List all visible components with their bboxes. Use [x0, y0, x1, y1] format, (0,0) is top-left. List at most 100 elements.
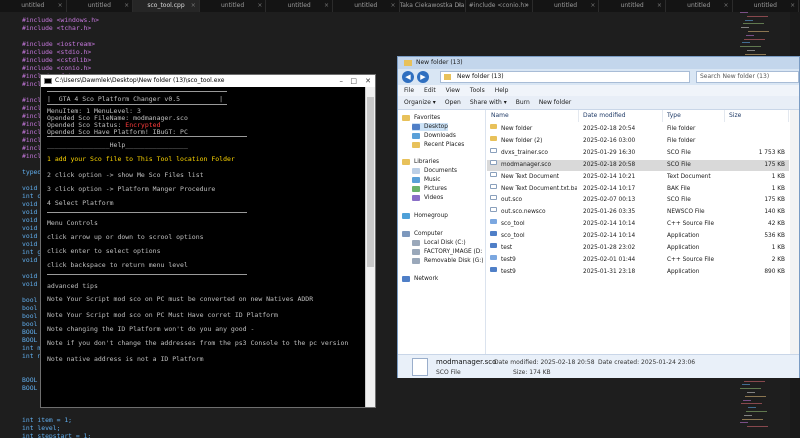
- console-output: | GTA 4 Sco Platform Changer v0.5 | Menu…: [45, 89, 363, 405]
- burn-button[interactable]: Burn: [516, 96, 530, 109]
- editor-tab[interactable]: untitled ×: [0, 0, 67, 12]
- tab-close-icon[interactable]: ×: [324, 0, 329, 12]
- nav-item[interactable]: Favorites: [402, 114, 440, 122]
- tab-close-icon[interactable]: ×: [391, 0, 396, 12]
- new-folder-button[interactable]: New folder: [539, 96, 571, 109]
- editor-tab[interactable]: untitled ×: [266, 0, 333, 12]
- editor-tab[interactable]: untitled ×: [533, 0, 600, 12]
- nav-item[interactable]: Music: [412, 176, 441, 184]
- file-row[interactable]: New Text Document.txt.bak 2025-02-14 10:1…: [487, 183, 789, 195]
- file-row[interactable]: test9 2025-01-31 23:18 Application 890 KB: [487, 266, 789, 278]
- tab-close-icon[interactable]: ×: [191, 0, 196, 12]
- tab-close-icon[interactable]: ×: [657, 0, 662, 12]
- nav-item[interactable]: Documents: [412, 167, 457, 175]
- menu-help[interactable]: Help: [495, 85, 509, 96]
- menu-edit[interactable]: Edit: [424, 85, 436, 96]
- file-row[interactable]: dvxs_trainer.sco 2025-01-29 16:30 SCO File…: [487, 147, 789, 159]
- nav-item[interactable]: Recent Places: [412, 141, 464, 149]
- file-row[interactable]: sco_tool 2025-02-14 10:14 C++ Source File 4…: [487, 219, 789, 230]
- explorer-window[interactable]: New folder (13) ◀ ▶ New folder (13) Sear…: [397, 56, 800, 378]
- column-size[interactable]: Size: [725, 110, 789, 122]
- nav-item[interactable]: Pictures: [412, 185, 447, 193]
- file-row[interactable]: modmanager.sco 2025-02-18 20:58 SCO File 17…: [487, 159, 789, 171]
- forward-arrow-icon[interactable]: ▶: [417, 71, 429, 83]
- nav-item[interactable]: Computer: [402, 230, 443, 238]
- help-line: 4 Select Platform: [47, 199, 114, 207]
- editor-tab[interactable]: untitled ×: [200, 0, 267, 12]
- nav-item-label: Desktop: [424, 124, 448, 130]
- file-type: Application: [667, 245, 700, 251]
- organize-button[interactable]: Organize ▾: [404, 96, 436, 109]
- console-window[interactable]: C:\Users\Dawmlek\Desktop\New folder (13)…: [40, 74, 376, 408]
- cpp-icon: [490, 254, 497, 260]
- minimap-line: [747, 50, 755, 51]
- file-row[interactable]: test9 2025-02-01 01:44 C++ Source File 2 KB: [487, 254, 789, 266]
- nav-item-icon: [412, 168, 420, 174]
- minimap-line: [740, 12, 748, 13]
- tab-close-icon[interactable]: ×: [590, 0, 595, 12]
- tab-close-icon[interactable]: ×: [524, 0, 529, 12]
- close-icon[interactable]: ✕: [365, 75, 371, 87]
- open-button[interactable]: Open: [445, 96, 461, 109]
- explorer-title-bar[interactable]: New folder (13): [398, 57, 799, 69]
- column-date[interactable]: Date modified: [579, 110, 663, 122]
- file-row[interactable]: sco_tool 2025-02-14 10:14 Application 536 K…: [487, 231, 789, 242]
- code-line: #include <conio.h>: [22, 64, 92, 72]
- column-type[interactable]: Type: [663, 110, 725, 122]
- file-row[interactable]: New Text Document 2025-02-14 10:21 Text Do…: [487, 171, 789, 183]
- nav-item[interactable]: Removable Disk (G:): [412, 257, 483, 265]
- menu-file[interactable]: File: [404, 85, 414, 96]
- file-date: 2025-02-14 10:14: [583, 233, 636, 240]
- console-title-bar[interactable]: C:\Users\Dawmlek\Desktop\New folder (13)…: [41, 75, 375, 87]
- menu-view[interactable]: View: [446, 85, 460, 96]
- editor-tab[interactable]: untitled ×: [333, 0, 400, 12]
- editor-tab[interactable]: #include <conio.h> ×: [466, 0, 533, 12]
- back-arrow-icon[interactable]: ◀: [402, 71, 414, 83]
- editor-tab[interactable]: untitled ×: [599, 0, 666, 12]
- nav-item[interactable]: FACTORY_IMAGE (D:: [412, 248, 482, 256]
- column-name[interactable]: Name: [487, 110, 579, 122]
- tab-close-icon[interactable]: ×: [124, 0, 129, 12]
- minimap-line: [748, 31, 769, 32]
- details-pane: modmanager.sco SCO File Date modified: 2…: [398, 354, 799, 378]
- menu-tools[interactable]: Tools: [470, 85, 485, 96]
- editor-tab[interactable]: untitled ×: [733, 0, 800, 12]
- tab-close-icon[interactable]: ×: [457, 0, 462, 12]
- nav-item[interactable]: Videos: [412, 194, 443, 202]
- console-scrollbar[interactable]: [365, 87, 375, 407]
- nav-item[interactable]: Network: [402, 275, 438, 283]
- file-list-scrollbar[interactable]: [790, 110, 799, 354]
- maximize-icon[interactable]: □: [350, 75, 357, 87]
- editor-tab[interactable]: untitled ×: [666, 0, 733, 12]
- editor-tab[interactable]: Taka Ciekawostka Dla Moich Fanów×: [400, 0, 467, 12]
- code-line: #include <cstdlib>: [22, 56, 92, 64]
- tab-close-icon[interactable]: ×: [724, 0, 729, 12]
- editor-tab[interactable]: sco_tool.cpp ×: [133, 0, 200, 12]
- file-size: 1 753 KB: [758, 149, 785, 156]
- nav-item-icon: [402, 115, 410, 121]
- tab-close-icon[interactable]: ×: [58, 0, 63, 12]
- tab-close-icon[interactable]: ×: [257, 0, 262, 12]
- nav-item[interactable]: Desktop: [412, 123, 448, 131]
- search-input[interactable]: Search New folder (13): [696, 71, 799, 83]
- share-with-button[interactable]: Share with ▾: [470, 96, 507, 109]
- nav-item[interactable]: Libraries: [402, 158, 439, 166]
- doc-icon: [490, 159, 497, 165]
- address-bar[interactable]: New folder (13): [440, 71, 690, 83]
- minimap-line: [745, 53, 766, 55]
- nav-item[interactable]: Homegroup: [402, 212, 448, 220]
- nav-item-label: Removable Disk (G:): [424, 258, 484, 264]
- file-row[interactable]: test 2025-01-28 23:02 Application 1 KB: [487, 243, 789, 254]
- file-row[interactable]: New folder (2) 2025-02-16 03:00 File folde…: [487, 135, 789, 147]
- editor-tab[interactable]: untitled ×: [67, 0, 134, 12]
- nav-item-icon: [412, 186, 420, 192]
- tab-close-icon[interactable]: ×: [790, 0, 795, 12]
- file-row[interactable]: out.sco.newsco 2025-01-26 03:35 NEWSCO Fil…: [487, 207, 789, 218]
- scroll-thumb[interactable]: [367, 97, 374, 267]
- divider: [47, 104, 227, 105]
- file-row[interactable]: New folder 2025-02-18 20:54 File folder: [487, 124, 789, 135]
- nav-item[interactable]: Local Disk (C:): [412, 239, 466, 247]
- minimize-icon[interactable]: –: [340, 75, 344, 87]
- nav-item[interactable]: Downloads: [412, 132, 456, 140]
- file-row[interactable]: out.sco 2025-02-07 00:13 SCO File 175 KB: [487, 195, 789, 206]
